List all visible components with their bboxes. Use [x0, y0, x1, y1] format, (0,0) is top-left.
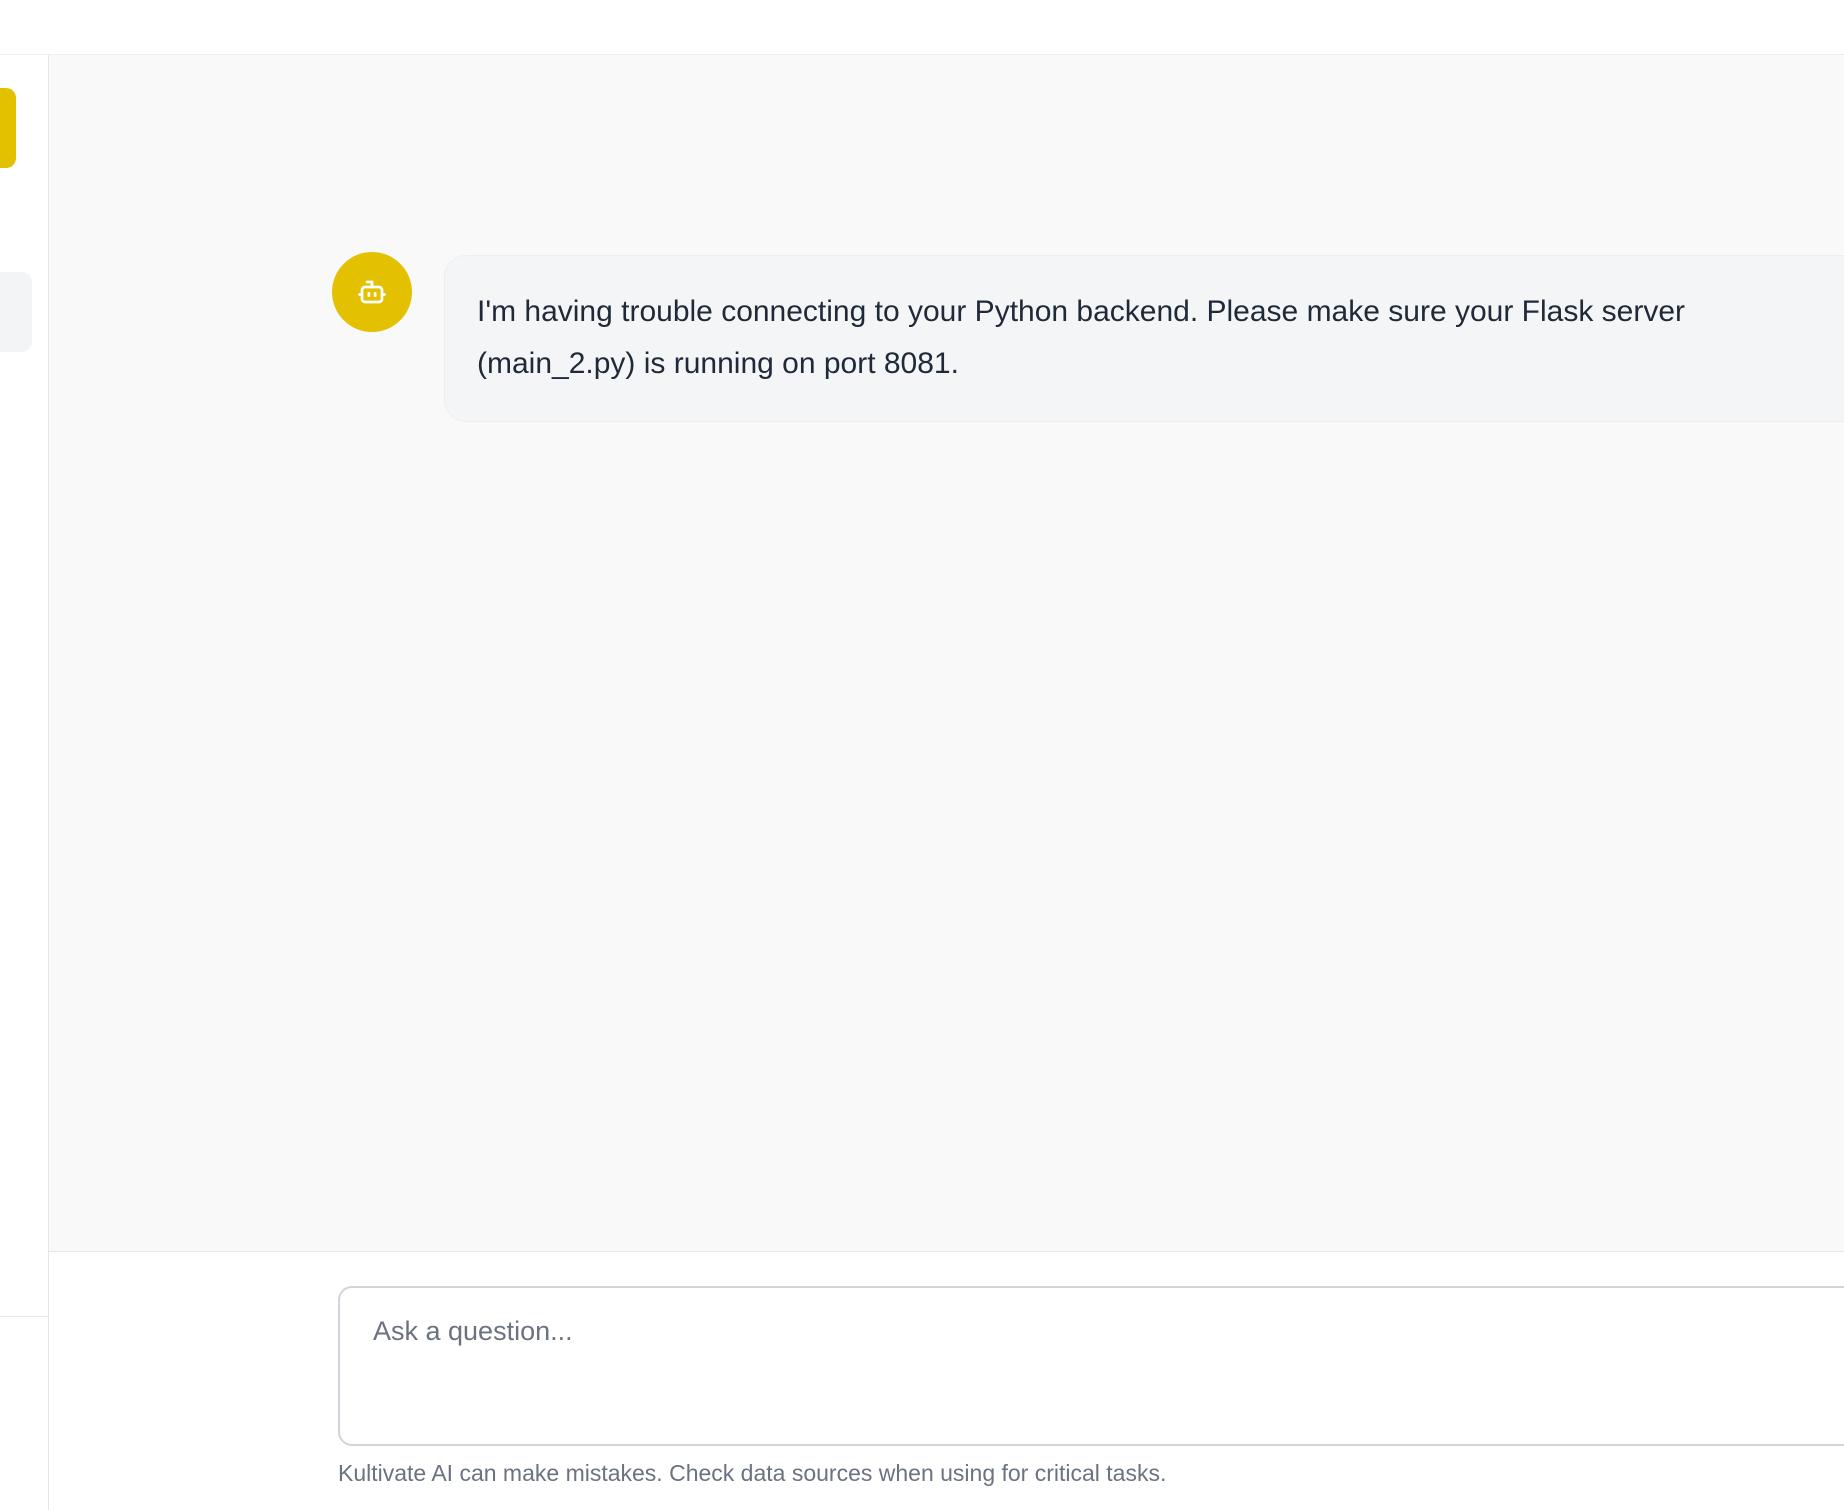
sidebar-divider	[0, 1316, 48, 1317]
top-bar	[0, 0, 1844, 55]
sidebar-active-item[interactable]	[0, 88, 16, 168]
assistant-message: I'm having trouble connecting to your Py…	[444, 255, 1844, 422]
sidebar-item[interactable]	[0, 272, 32, 352]
chat-messages-area: I'm having trouble connecting to your Py…	[49, 55, 1844, 1252]
robot-icon	[358, 280, 386, 304]
assistant-avatar	[332, 252, 412, 332]
chat-input[interactable]	[338, 1286, 1844, 1446]
composer-area: Kultivate AI can make mistakes. Check da…	[49, 1253, 1844, 1510]
disclaimer-text: Kultivate AI can make mistakes. Check da…	[338, 1460, 1167, 1486]
sidebar	[0, 55, 49, 1510]
